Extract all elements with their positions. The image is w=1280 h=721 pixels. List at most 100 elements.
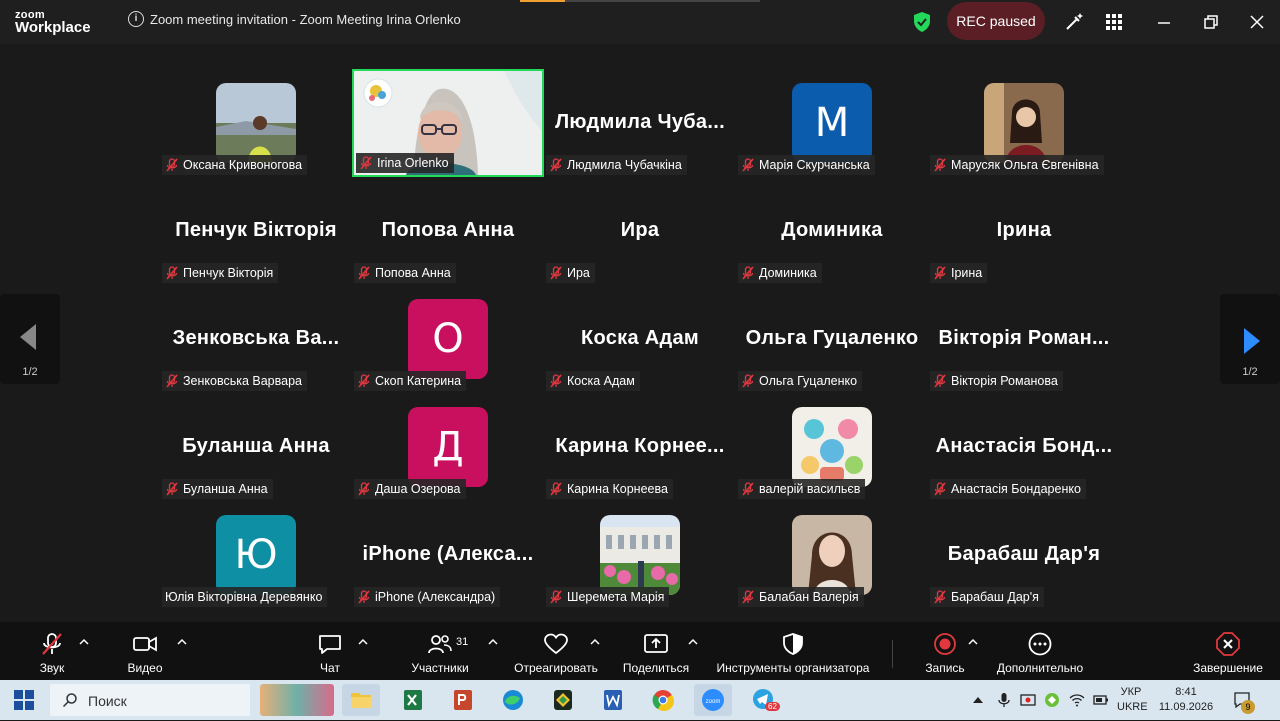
edge-app[interactable] (494, 684, 532, 716)
participants-options-chevron-icon[interactable] (488, 638, 498, 646)
participant-tile[interactable]: iPhone (Алекса... iPhone (Александра) (352, 501, 544, 609)
video-options-chevron-icon[interactable] (177, 638, 187, 646)
react-button[interactable]: Отреагировать (510, 622, 602, 680)
search-icon (62, 693, 77, 708)
telegram-app[interactable]: 62 (746, 684, 784, 716)
participants-button[interactable]: 31 Участники (400, 622, 480, 680)
participant-tile[interactable]: Ю Юлія Вікторівна Деревянко (160, 501, 352, 609)
participant-photo (600, 515, 680, 595)
muted-mic-icon (550, 374, 562, 388)
participant-tile[interactable]: Ольга Гуцаленко Ольга Гуцаленко (736, 285, 928, 393)
green-tray-icon[interactable] (1044, 692, 1060, 708)
next-page-button[interactable]: 1/2 (1220, 294, 1280, 384)
participant-tile[interactable]: Людмила Чуба... Людмила Чубачкіна (544, 69, 736, 177)
participant-tile[interactable]: Коска Адам Коска Адам (544, 285, 736, 393)
powerpoint-app[interactable] (444, 684, 482, 716)
share-button[interactable]: Поделиться (620, 622, 692, 680)
zoom-app[interactable]: zoom (694, 684, 732, 716)
participant-tile[interactable]: Анастасія Бонд... Анастасія Бондаренко (928, 393, 1120, 501)
muted-mic-icon (550, 482, 562, 496)
restore-icon[interactable] (1198, 10, 1222, 34)
audio-button[interactable]: Звук (22, 622, 82, 680)
participant-name: Irina Orlenko (377, 156, 449, 170)
participant-display-name: Ира (620, 219, 660, 241)
participant-tile[interactable]: Ира Ира (544, 177, 736, 285)
participant-name: Зенковська Варвара (183, 374, 302, 388)
participant-display-name: Людмила Чуба... (555, 111, 725, 133)
audio-options-chevron-icon[interactable] (79, 638, 89, 646)
rec-paused-button[interactable]: REC paused (947, 2, 1045, 40)
participant-display-name: iPhone (Алекса... (362, 543, 534, 565)
wifi-icon[interactable] (1069, 692, 1085, 708)
participant-display-name: Барабаш Дар'я (947, 543, 1101, 565)
windows-start-icon[interactable] (14, 690, 34, 710)
participant-tile[interactable]: Пенчук Вікторія Пенчук Вікторія (160, 177, 352, 285)
participant-name-label: Пенчук Вікторія (162, 263, 279, 283)
participant-name: Ольга Гуцаленко (759, 374, 858, 388)
security-shield-icon[interactable] (912, 11, 932, 33)
search-placeholder: Поиск (88, 693, 127, 709)
word-app[interactable] (594, 684, 632, 716)
share-options-chevron-icon[interactable] (688, 638, 698, 646)
participant-name: Анастасія Бондаренко (951, 482, 1081, 496)
chat-button[interactable]: Чат (300, 622, 360, 680)
green-app-icon (554, 690, 572, 710)
edit-annotate-icon[interactable] (1062, 10, 1086, 34)
end-meeting-button[interactable]: Завершение (1188, 622, 1268, 680)
record-options-chevron-icon[interactable] (968, 638, 978, 646)
clock[interactable]: 8:41 11.09.2026 (1153, 685, 1219, 715)
participant-tile[interactable]: Шеремета Марія (544, 501, 736, 609)
prev-page-button[interactable]: 1/2 (0, 294, 60, 384)
participant-tile[interactable]: Ірина Ірина (928, 177, 1120, 285)
chrome-app[interactable] (644, 684, 682, 716)
participant-tile[interactable]: Вікторія Роман... Вікторія Романова (928, 285, 1120, 393)
host-tools-button[interactable]: Инструменты организатора (710, 622, 876, 680)
file-explorer-app[interactable] (342, 684, 380, 716)
participant-name-label: Анастасія Бондаренко (930, 479, 1086, 499)
info-icon[interactable]: i (128, 11, 144, 27)
participant-tile[interactable]: M Марія Скурчанська (736, 69, 928, 177)
window-title: Zoom meeting invitation - Zoom Meeting I… (150, 12, 461, 27)
screen-record-tray-icon[interactable] (1020, 692, 1036, 708)
video-button[interactable]: Видео (115, 622, 175, 680)
participant-tile[interactable]: Доминика Доминика (736, 177, 928, 285)
muted-mic-icon (934, 158, 946, 172)
participant-name-label: Скоп Катерина (354, 371, 467, 391)
record-button[interactable]: Запись (915, 622, 975, 680)
battery-icon[interactable] (1093, 692, 1109, 708)
excel-app[interactable] (394, 684, 432, 716)
edge-icon (503, 690, 523, 710)
show-hidden-icons-icon[interactable] (970, 692, 986, 708)
participant-tile[interactable]: Попова Анна Попова Анна (352, 177, 544, 285)
language-indicator[interactable]: УКР UKRE (1117, 685, 1148, 715)
participant-tile[interactable]: О Скоп Катерина (352, 285, 544, 393)
gallery-grid-icon[interactable] (1102, 10, 1126, 34)
react-options-chevron-icon[interactable] (590, 638, 600, 646)
participant-tile[interactable]: Карина Корнее... Карина Корнеева (544, 393, 736, 501)
participant-display-name: Коска Адам (580, 327, 700, 349)
zoom-icon: zoom (702, 689, 724, 711)
participant-tile[interactable]: Оксана Кривоногова (160, 69, 352, 177)
muted-mic-icon (166, 482, 178, 496)
chat-options-chevron-icon[interactable] (358, 638, 368, 646)
participant-tile[interactable]: Д Даша Озерова (352, 393, 544, 501)
telegram-badge: 62 (765, 702, 780, 711)
minimize-icon[interactable] (1152, 10, 1176, 34)
participant-tile[interactable]: Барабаш Дар'я Барабаш Дар'я (928, 501, 1120, 609)
participant-tile[interactable]: Марусяк Ольга Євгенівна (928, 69, 1120, 177)
taskbar-search[interactable]: Поиск (50, 684, 250, 716)
participant-tile[interactable]: Irina Orlenko (352, 69, 544, 177)
close-icon[interactable] (1245, 10, 1269, 34)
participant-name-label: Шеремета Марія (546, 587, 670, 607)
app-green-diamond[interactable] (544, 684, 582, 716)
participant-tile[interactable]: Буланша Анна Буланша Анна (160, 393, 352, 501)
microphone-tray-icon[interactable] (996, 692, 1012, 708)
participant-name-label: Ира (546, 263, 595, 283)
participant-display-name: Пенчук Вікторія (175, 219, 337, 241)
participant-display-name: Карина Корнее... (555, 435, 725, 457)
more-button[interactable]: Дополнительно (990, 622, 1090, 680)
participant-tile[interactable]: валерій васильєв (736, 393, 928, 501)
participant-tile[interactable]: Зенковська Ва... Зенковська Варвара (160, 285, 352, 393)
participant-tile[interactable]: Балабан Валерія (736, 501, 928, 609)
widgets-thumbnail[interactable] (260, 684, 334, 716)
